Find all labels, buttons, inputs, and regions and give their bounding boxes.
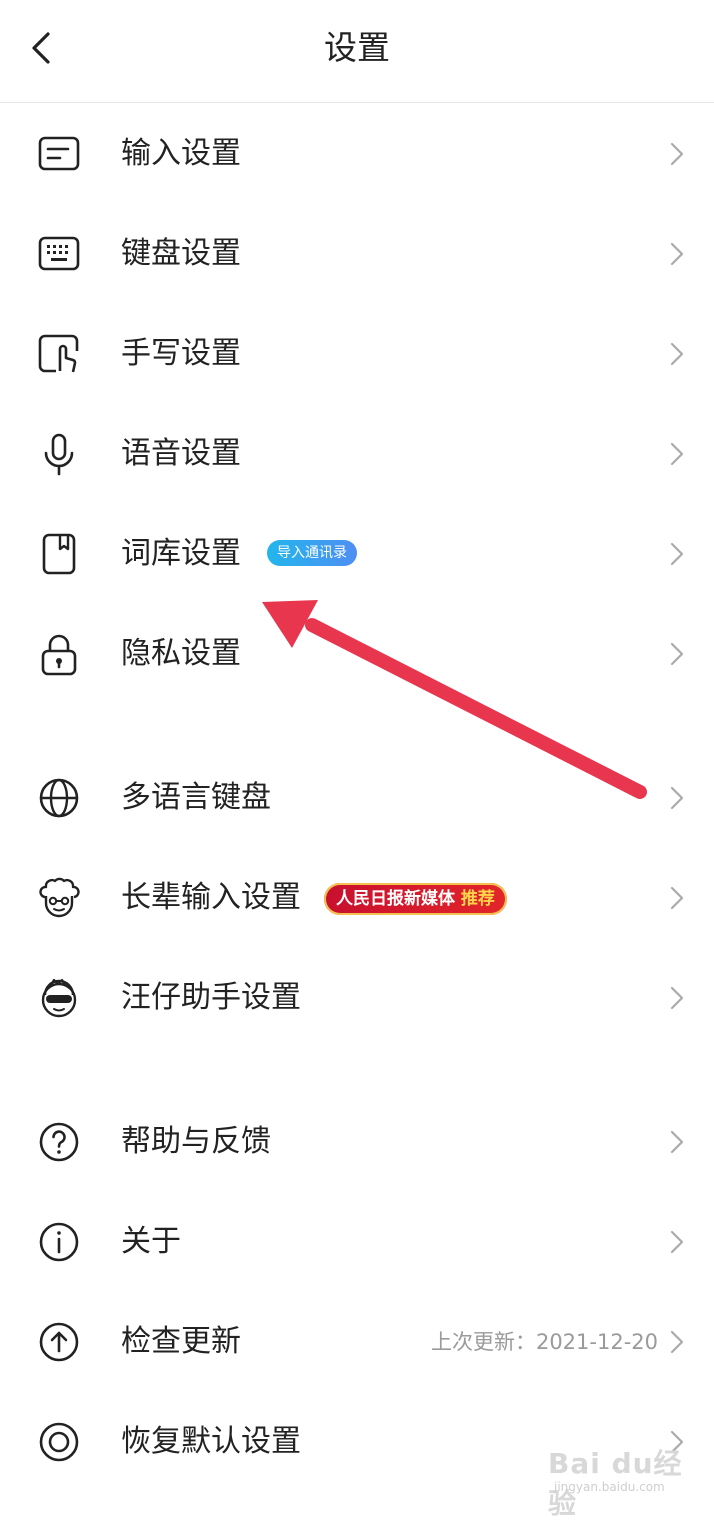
chevron-right-icon <box>670 242 684 266</box>
settings-item-help-feedback[interactable]: 帮助与反馈 <box>0 1091 714 1191</box>
handwriting-icon <box>38 334 79 373</box>
settings-item-assistant[interactable]: 汪仔助手设置 <box>0 947 714 1047</box>
settings-item-multilanguage[interactable]: 多语言键盘 <box>0 747 714 847</box>
question-icon <box>39 1122 79 1162</box>
elder-face-icon <box>39 877 80 918</box>
lock-icon <box>41 634 77 676</box>
settings-item-dictionary[interactable]: 词库设置 导入通讯录 <box>0 503 714 603</box>
upload-arrow-icon <box>39 1322 79 1362</box>
settings-item-label: 输入设置 <box>121 136 241 171</box>
settings-item-label: 词库设置 <box>121 536 241 571</box>
microphone-icon <box>44 433 74 476</box>
settings-item-check-update[interactable]: 检查更新 上次更新：2021-12-20 <box>0 1291 714 1391</box>
chevron-right-icon <box>670 642 684 666</box>
baidu-watermark: Bai du经验 jingyan.baidu.com <box>548 1432 688 1520</box>
book-icon <box>42 533 76 575</box>
page-title: 设置 <box>324 28 390 67</box>
settings-item-label: 手写设置 <box>121 336 241 371</box>
settings-item-label: 隐私设置 <box>121 636 241 671</box>
settings-item-label: 汪仔助手设置 <box>121 980 301 1015</box>
restore-icon <box>39 1422 79 1462</box>
info-icon <box>39 1222 79 1262</box>
settings-item-keyboard[interactable]: 键盘设置 <box>0 203 714 303</box>
chevron-right-icon <box>670 142 684 166</box>
settings-item-label: 恢复默认设置 <box>121 1424 301 1459</box>
settings-item-label: 键盘设置 <box>121 236 241 271</box>
chevron-right-icon <box>670 1230 684 1254</box>
chevron-right-icon <box>670 886 684 910</box>
settings-item-label: 长辈输入设置 <box>121 880 301 915</box>
chevron-right-icon <box>670 542 684 566</box>
watermark-url: jingyan.baidu.com <box>554 1480 665 1494</box>
text-input-icon <box>38 136 80 171</box>
chevron-right-icon <box>670 786 684 810</box>
settings-item-label: 帮助与反馈 <box>121 1124 271 1159</box>
chevron-right-icon <box>670 986 684 1010</box>
settings-item-label: 多语言键盘 <box>121 780 271 815</box>
settings-item-about[interactable]: 关于 <box>0 1191 714 1291</box>
globe-icon <box>39 778 79 818</box>
settings-item-input[interactable]: 输入设置 <box>0 103 714 203</box>
import-contacts-badge[interactable]: 导入通讯录 <box>267 540 357 566</box>
badge-highlight-text: 推荐 <box>460 889 495 909</box>
assistant-face-icon <box>41 978 77 1018</box>
settings-item-elder-input[interactable]: 长辈输入设置 人民日报新媒体 推荐 <box>0 847 714 947</box>
settings-item-label: 关于 <box>121 1224 181 1259</box>
chevron-right-icon <box>670 1330 684 1354</box>
settings-item-handwriting[interactable]: 手写设置 <box>0 303 714 403</box>
top-bar: 设置 <box>0 0 714 103</box>
chevron-right-icon <box>670 342 684 366</box>
chevron-right-icon <box>670 442 684 466</box>
settings-item-label: 检查更新 <box>121 1324 241 1359</box>
recommend-badge[interactable]: 人民日报新媒体 推荐 <box>324 883 507 915</box>
settings-item-privacy[interactable]: 隐私设置 <box>0 603 714 703</box>
chevron-right-icon <box>670 1130 684 1154</box>
last-update-text: 上次更新：2021-12-20 <box>430 1330 658 1354</box>
badge-source-text: 人民日报新媒体 <box>336 889 455 909</box>
keyboard-icon <box>38 236 80 271</box>
settings-item-voice[interactable]: 语音设置 <box>0 403 714 503</box>
settings-item-label: 语音设置 <box>121 436 241 471</box>
